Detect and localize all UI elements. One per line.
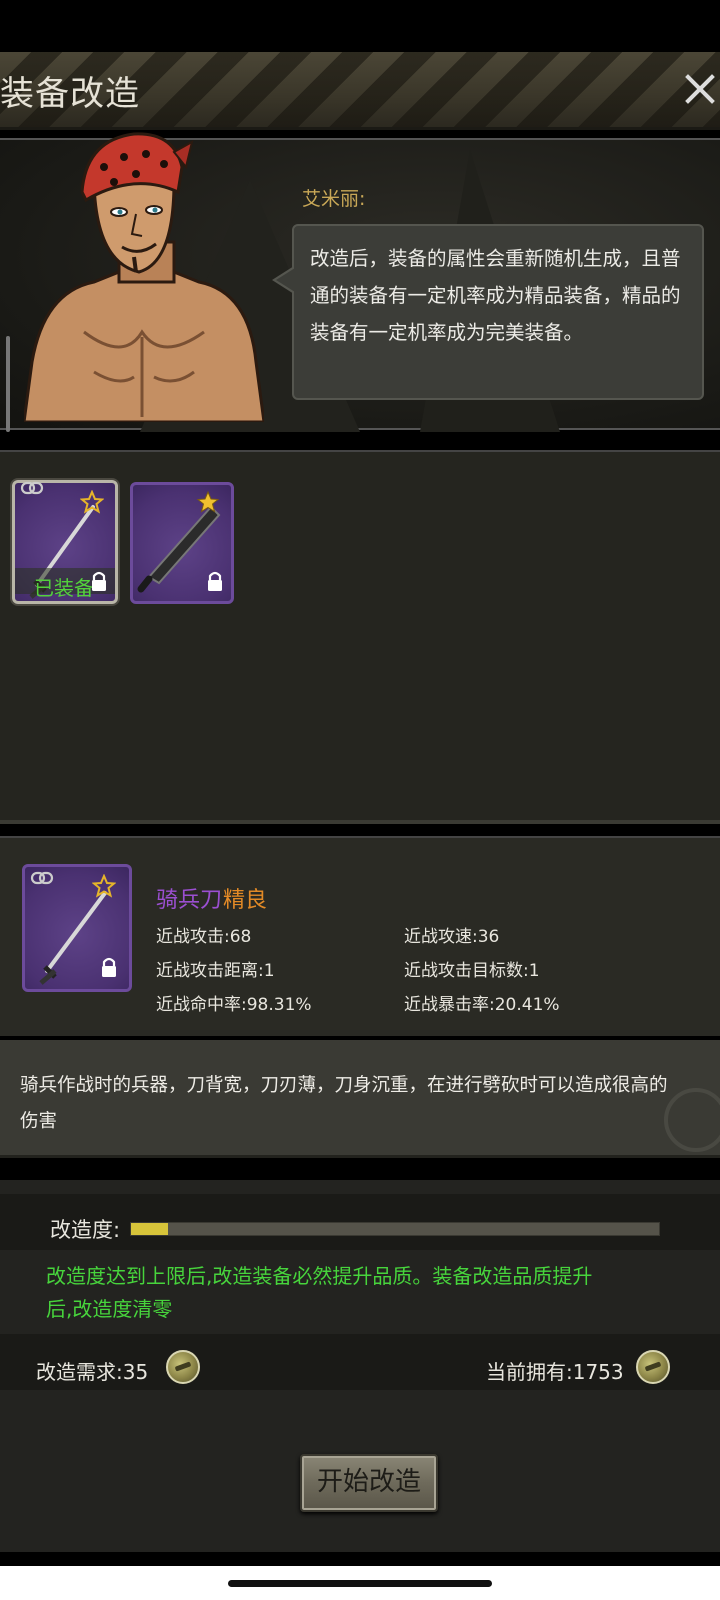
cost-required: 改造需求:35 <box>36 1360 149 1384</box>
page-title: 装备改造 <box>0 74 140 114</box>
modification-rule: 改造度达到上限后,改造装备必然提升品质。装备改造品质提升后,改造度清零 <box>46 1264 593 1321</box>
progress-label: 改造度: <box>50 1218 121 1242</box>
star-filled-icon <box>196 490 220 513</box>
star-outline-icon <box>92 874 116 898</box>
item-name: 骑兵刀 <box>156 888 223 913</box>
stat-melee-attack: 近战攻击:68 <box>156 927 252 947</box>
lock-icon <box>92 571 106 591</box>
currency-owned: 当前拥有:1753 <box>486 1360 624 1384</box>
start-modification-button[interactable]: 开始改造 <box>300 1454 438 1512</box>
stat-melee-range: 近战攻击距离:1 <box>156 961 275 981</box>
link-icon <box>20 481 44 495</box>
bottle-cap-coin-icon <box>636 1350 670 1384</box>
npc-portrait <box>24 132 264 422</box>
status-bar <box>0 0 720 52</box>
close-icon[interactable] <box>682 66 716 110</box>
stat-melee-targets: 近战攻击目标数:1 <box>404 961 540 981</box>
lock-icon <box>102 957 116 977</box>
scroll-indicator <box>6 336 10 432</box>
speech-bubble: 改造后，装备的属性会重新随机生成，且普通的装备有一定机率成为精品装备，精品的装备… <box>272 224 704 400</box>
title-bar: 装备改造 <box>0 52 720 130</box>
equipped-status: 已装备 <box>34 576 94 600</box>
stat-melee-crit: 近战暴击率:20.41% <box>404 995 560 1015</box>
item-description: 骑兵作战时的兵器，刀背宽，刀刃薄，刀身沉重，在进行劈砍时可以造成很高的伤害 <box>20 1075 668 1132</box>
item-quality: 精良 <box>223 888 268 913</box>
home-indicator[interactable] <box>228 1580 492 1587</box>
star-outline-icon <box>80 490 104 514</box>
progress-fill <box>131 1223 168 1235</box>
progress-track <box>130 1222 660 1236</box>
lock-icon <box>208 571 222 591</box>
stat-melee-speed: 近战攻速:36 <box>404 927 500 947</box>
bottle-cap-coin-icon <box>166 1350 200 1384</box>
stat-melee-hit: 近战命中率:98.31% <box>156 995 312 1015</box>
npc-name: 艾米丽: <box>302 188 366 210</box>
npc-dialogue: 改造后，装备的属性会重新随机生成，且普通的装备有一定机率成为精品装备，精品的装备… <box>310 247 681 344</box>
link-icon <box>30 871 54 885</box>
